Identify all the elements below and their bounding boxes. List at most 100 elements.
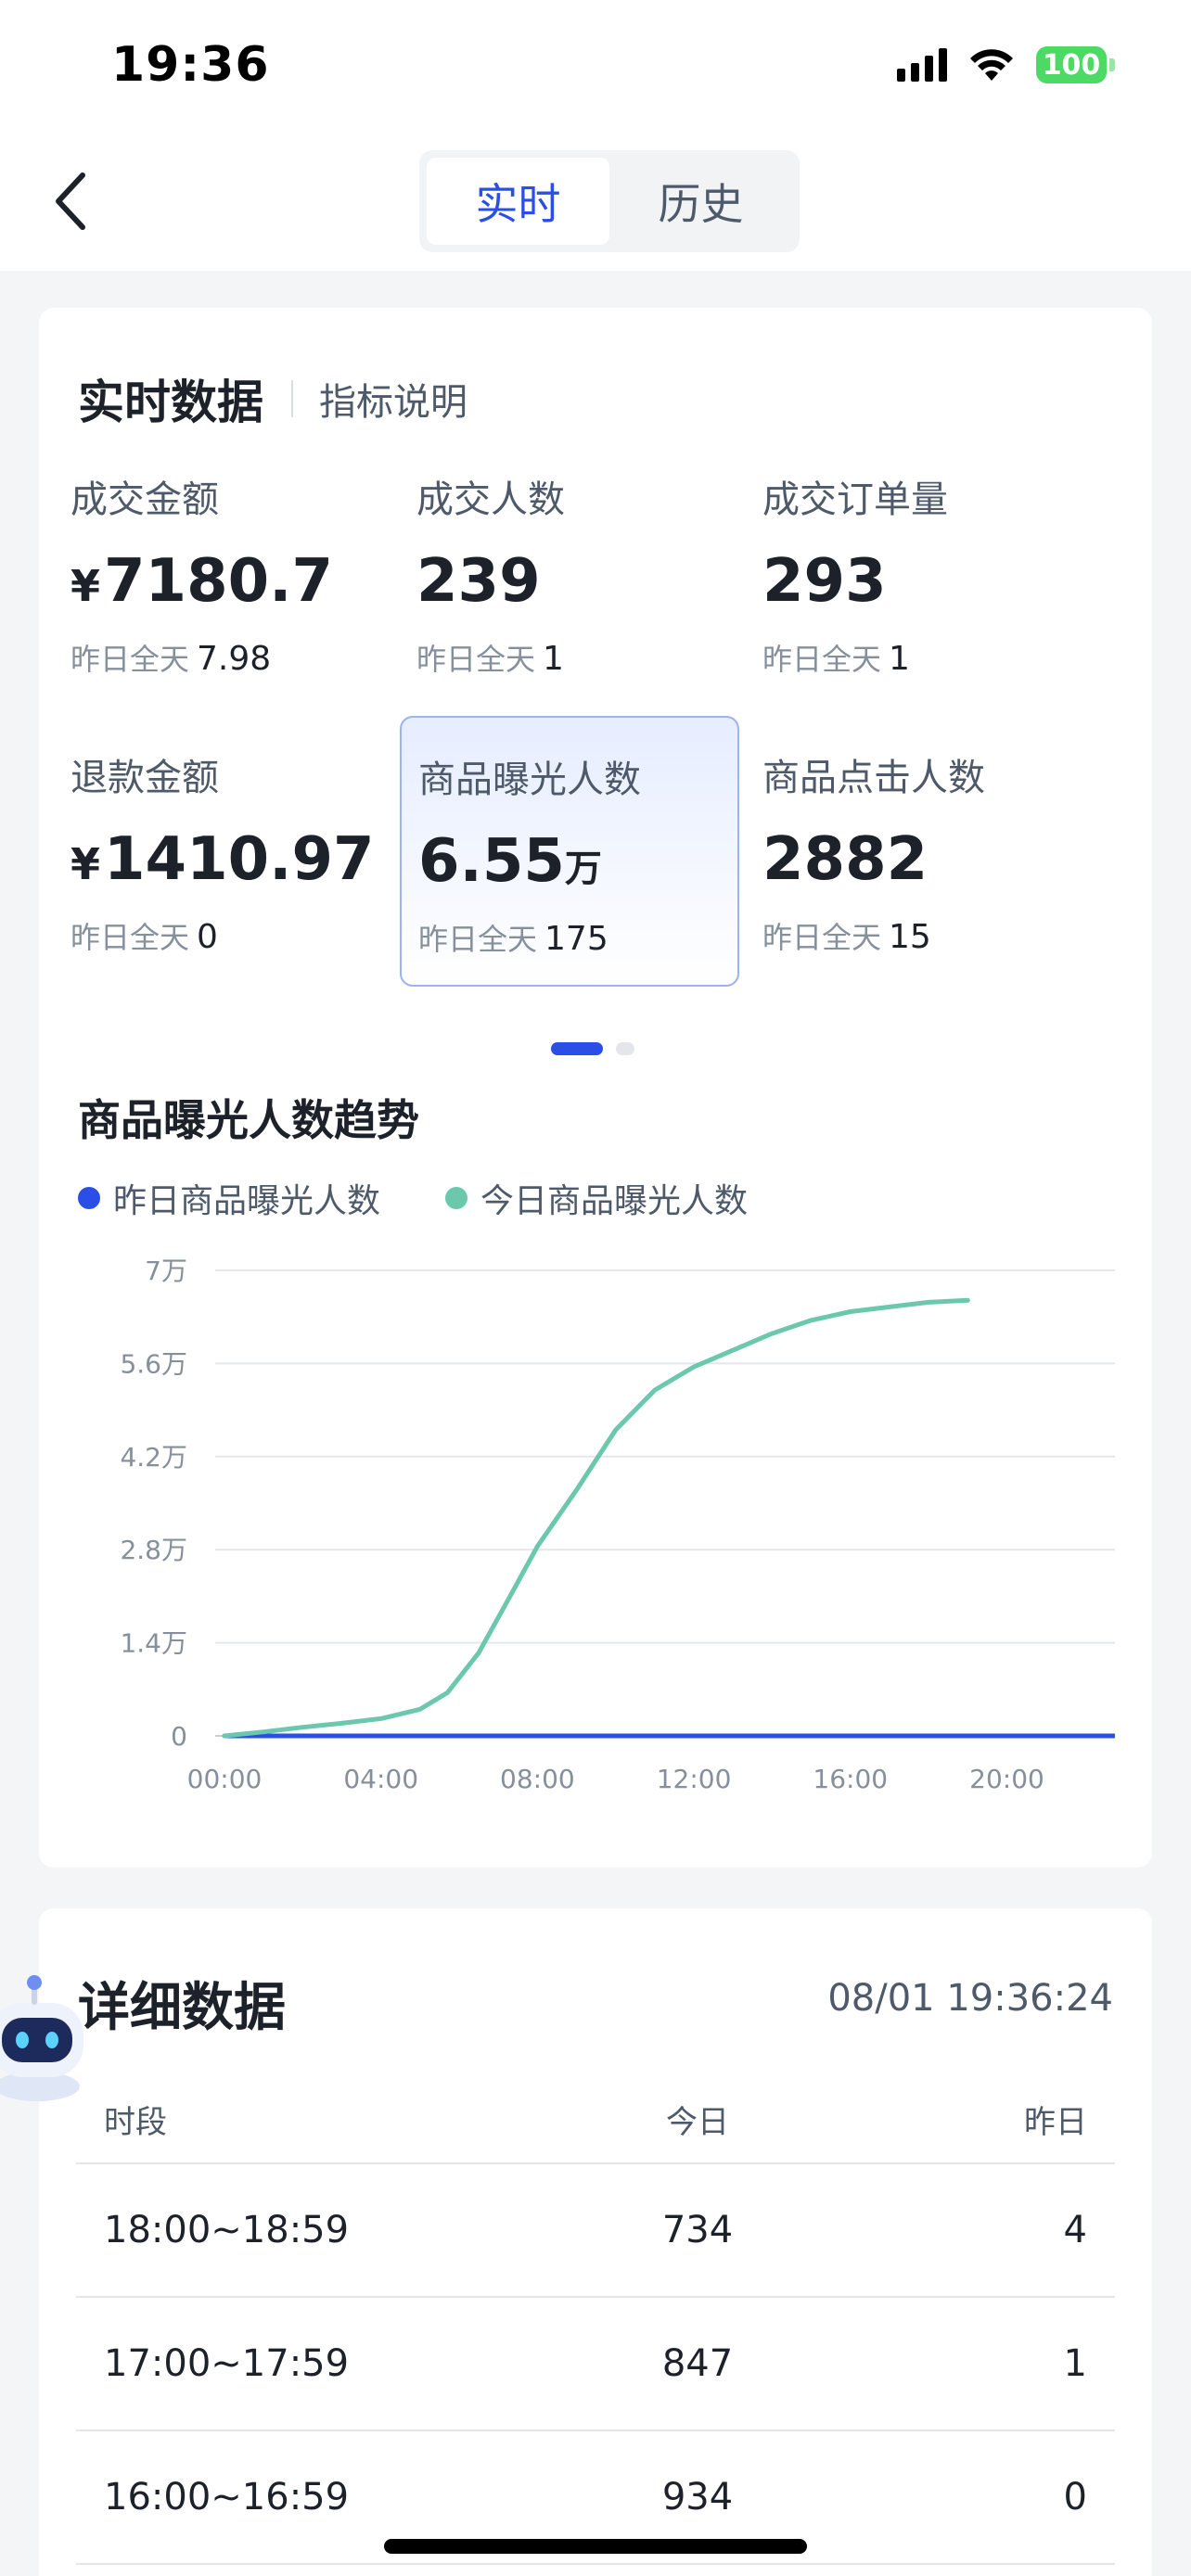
detail-table: 时段 今日 昨日 18:00~18:59 734 4 17:00~17:59 8… xyxy=(76,2075,1115,2565)
cell-yesterday: 4 xyxy=(1063,2209,1087,2251)
metric-compare: 昨日全天 175 xyxy=(418,916,721,959)
column-header-yesterday: 昨日 xyxy=(1024,2103,1087,2141)
detail-data-card: 详细数据 08/01 19:36:24 时段 今日 昨日 18:00~18:59… xyxy=(39,1908,1152,2576)
series-line-today xyxy=(222,1297,970,1739)
trend-title: 商品曝光人数趋势 xyxy=(78,1095,419,1145)
compare-value: 7.98 xyxy=(197,640,272,678)
metric-pager xyxy=(551,1042,634,1055)
metric-compare: 昨日全天 0 xyxy=(70,914,377,957)
compare-label: 昨日全天 xyxy=(418,922,538,957)
compare-value: 15 xyxy=(889,918,931,956)
status-time: 19:36 xyxy=(111,37,270,93)
y-tick-label: 7万 xyxy=(145,1256,187,1286)
exposure-trend-chart[interactable]: 0 1.4万 2.8万 4.2万 5.6万 7万 00:00 04:00 08:00 12:00 1… xyxy=(76,1235,1115,1829)
tab-realtime[interactable]: 实时 xyxy=(427,158,609,245)
x-tick-label: 12:00 xyxy=(657,1764,732,1794)
metric-unit: 万 xyxy=(564,848,602,890)
cell-today: 934 xyxy=(661,2476,734,2519)
column-header-period: 时段 xyxy=(104,2103,167,2141)
metric-exposure[interactable]: 商品曝光人数 6.55万 昨日全天 175 xyxy=(400,716,739,987)
metric-clicks[interactable]: 商品点击人数 2882 昨日全天 15 xyxy=(746,716,1085,987)
cell-yesterday: 0 xyxy=(1063,2476,1087,2519)
y-tick-label: 4.2万 xyxy=(120,1442,187,1473)
wifi-icon xyxy=(967,47,1016,83)
metric-number: 2882 xyxy=(762,825,928,894)
chevron-left-icon xyxy=(56,172,85,230)
metric-value: ¥1410.97 xyxy=(70,825,377,894)
legend-dot-yesterday xyxy=(78,1187,100,1209)
app-page: 19:36 100 实时 历史 实时数据 指标说明 成交金额 ¥7180.7 昨… xyxy=(0,0,1191,2576)
metric-value: 2882 xyxy=(762,825,1069,894)
metric-label: 商品曝光人数 xyxy=(418,759,641,801)
table-row: 17:00~17:59 847 1 xyxy=(76,2298,1115,2431)
mode-segmented-control: 实时 历史 xyxy=(419,150,800,252)
metric-label: 商品点击人数 xyxy=(762,757,985,799)
legend-item-today[interactable]: 今日商品曝光人数 xyxy=(445,1174,748,1222)
status-icons: 100 xyxy=(897,46,1115,83)
cell-today: 734 xyxy=(661,2209,734,2251)
pager-dot[interactable] xyxy=(616,1042,634,1055)
y-tick-label: 1.4万 xyxy=(120,1628,187,1659)
detail-timestamp: 08/01 19:36:24 xyxy=(827,1977,1113,2020)
chart-legend: 昨日商品曝光人数 今日商品曝光人数 xyxy=(78,1174,748,1222)
detail-title: 详细数据 xyxy=(78,1978,286,2038)
status-bar: 19:36 100 xyxy=(0,0,1191,139)
table-header: 时段 今日 昨日 xyxy=(76,2075,1115,2164)
compare-label: 昨日全天 xyxy=(70,642,190,677)
header-divider xyxy=(291,380,293,417)
cellular-signal-icon xyxy=(897,48,947,82)
metric-label: 成交订单量 xyxy=(762,478,948,521)
metric-value: 239 xyxy=(416,547,723,616)
metric-value: 6.55万 xyxy=(418,827,721,896)
compare-value: 1 xyxy=(543,640,564,678)
pager-dot-active[interactable] xyxy=(551,1042,603,1055)
metric-help-link[interactable]: 指标说明 xyxy=(319,372,467,426)
metric-compare: 昨日全天 1 xyxy=(762,636,1069,679)
legend-label: 昨日商品曝光人数 xyxy=(113,1182,381,1220)
column-header-today: 今日 xyxy=(666,2103,729,2141)
back-button[interactable] xyxy=(37,169,102,234)
metric-compare: 昨日全天 15 xyxy=(762,914,1069,957)
compare-value: 175 xyxy=(544,920,608,958)
metric-label: 成交金额 xyxy=(70,478,219,521)
legend-dot-today xyxy=(445,1187,468,1209)
battery-icon: 100 xyxy=(1036,46,1115,83)
metric-buyers[interactable]: 成交人数 239 昨日全天 1 xyxy=(400,438,739,708)
compare-value: 1 xyxy=(889,640,910,678)
metric-value: ¥7180.7 xyxy=(70,547,377,616)
metric-compare: 昨日全天 7.98 xyxy=(70,636,377,679)
y-tick-label: 0 xyxy=(171,1721,187,1752)
tab-history[interactable]: 历史 xyxy=(609,158,792,245)
compare-value: 0 xyxy=(197,918,218,956)
metric-refund[interactable]: 退款金额 ¥1410.97 昨日全天 0 xyxy=(54,716,393,987)
compare-label: 昨日全天 xyxy=(70,920,190,955)
x-tick-label: 20:00 xyxy=(969,1764,1044,1794)
cell-period: 16:00~16:59 xyxy=(104,2476,350,2519)
cell-period: 17:00~17:59 xyxy=(104,2342,350,2385)
realtime-data-card: 实时数据 指标说明 成交金额 ¥7180.7 昨日全天 7.98 成交人数 239… xyxy=(39,308,1152,1868)
metric-gmv[interactable]: 成交金额 ¥7180.7 昨日全天 7.98 xyxy=(54,438,393,708)
metric-orders[interactable]: 成交订单量 293 昨日全天 1 xyxy=(746,438,1085,708)
cell-today: 847 xyxy=(661,2342,734,2385)
y-tick-label: 5.6万 xyxy=(120,1348,187,1379)
metric-label: 退款金额 xyxy=(70,757,219,799)
compare-label: 昨日全天 xyxy=(762,920,882,955)
compare-label: 昨日全天 xyxy=(416,642,536,677)
currency-symbol: ¥ xyxy=(70,561,101,611)
y-tick-label: 2.8万 xyxy=(120,1535,187,1565)
metric-label: 成交人数 xyxy=(416,478,565,521)
cell-period: 18:00~18:59 xyxy=(104,2209,350,2251)
legend-item-yesterday[interactable]: 昨日商品曝光人数 xyxy=(78,1174,380,1222)
x-tick-label: 04:00 xyxy=(343,1764,418,1794)
metric-number: 1410.97 xyxy=(104,825,375,894)
legend-label: 今日商品曝光人数 xyxy=(480,1182,749,1220)
realtime-title: 实时数据 xyxy=(78,376,263,429)
currency-symbol: ¥ xyxy=(70,839,101,889)
metric-number: 293 xyxy=(762,547,887,616)
metric-number: 239 xyxy=(416,547,541,616)
table-row: 18:00~18:59 734 4 xyxy=(76,2164,1115,2298)
assistant-robot-icon[interactable] xyxy=(0,1966,102,2105)
x-tick-label: 00:00 xyxy=(187,1764,263,1794)
cell-yesterday: 1 xyxy=(1063,2342,1087,2385)
compare-label: 昨日全天 xyxy=(762,642,882,677)
